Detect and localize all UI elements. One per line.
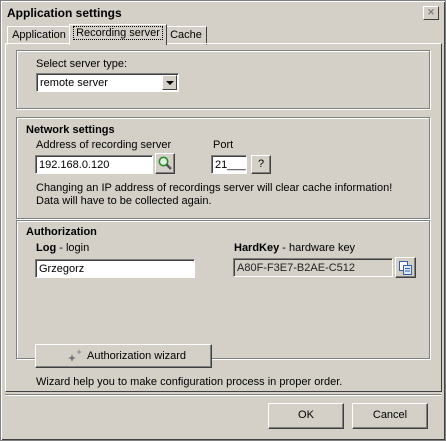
authorization-heading: Authorization	[26, 226, 97, 238]
title-bar: Application settings ✕	[4, 4, 442, 22]
hardkey-label: HardKey - hardware key	[234, 242, 355, 254]
hardkey-value: A80F-F3E7-B2AE-C512	[237, 262, 355, 274]
settings-window: Application settings ✕ Application Recor…	[0, 0, 446, 441]
search-address-button[interactable]	[155, 153, 175, 174]
warning-line-1: Changing an IP address of recordings ser…	[36, 182, 393, 194]
network-settings-group: Network settings Address of recording se…	[16, 117, 430, 219]
port-help-button[interactable]: ?	[251, 155, 271, 174]
footer-divider	[5, 394, 441, 396]
server-type-value: remote server	[40, 77, 108, 89]
log-label-rest: - login	[56, 242, 90, 254]
sparkle-icon	[68, 349, 82, 362]
hardkey-field: A80F-F3E7-B2AE-C512	[233, 258, 393, 277]
tab-panel: Select server type: remote server Networ…	[5, 43, 442, 392]
server-type-select[interactable]: remote server	[36, 73, 179, 92]
port-label: Port	[213, 139, 234, 151]
server-type-label: Select server type:	[36, 58, 128, 70]
ok-button[interactable]: OK	[268, 403, 344, 429]
authorization-wizard-label: Authorization wizard	[87, 350, 187, 362]
copy-hardkey-button[interactable]	[395, 257, 416, 278]
hardkey-label-rest: - hardware key	[279, 242, 356, 254]
chevron-down-icon[interactable]	[162, 75, 177, 90]
address-label: Address of recording server	[36, 139, 172, 151]
hardkey-label-bold: HardKey	[234, 242, 280, 254]
log-label: Log - login	[36, 242, 89, 254]
authorization-group: Authorization Log - login Grzegorz HardK…	[16, 220, 430, 388]
login-value: Grzegorz	[39, 263, 85, 275]
port-input[interactable]: 21___	[211, 155, 247, 174]
port-value: 21___	[215, 159, 246, 171]
close-button[interactable]: ✕	[423, 6, 439, 20]
tab-cache-label: Cache	[170, 29, 202, 41]
copy-icon	[399, 261, 412, 275]
server-type-group: Select server type: remote server	[16, 50, 430, 109]
warning-line-2: Data will have to be collected again.	[36, 195, 212, 207]
magnifier-icon	[158, 156, 172, 170]
tab-recording-server[interactable]: Recording server	[69, 24, 167, 45]
wizard-hint: Wizard help you to make configuration pr…	[36, 376, 343, 388]
address-value: 192.168.0.120	[39, 159, 110, 171]
authorization-wizard-button[interactable]: Authorization wizard	[35, 344, 212, 368]
log-label-bold: Log	[36, 242, 57, 254]
window-title: Application settings	[7, 6, 122, 20]
network-settings-heading: Network settings	[26, 124, 115, 136]
login-input[interactable]: Grzegorz	[35, 259, 195, 278]
cancel-button[interactable]: Cancel	[352, 403, 428, 429]
address-input[interactable]: 192.168.0.120	[35, 155, 153, 174]
tab-recording-server-label: Recording server	[73, 26, 163, 40]
tab-application-label: Application	[12, 29, 66, 41]
